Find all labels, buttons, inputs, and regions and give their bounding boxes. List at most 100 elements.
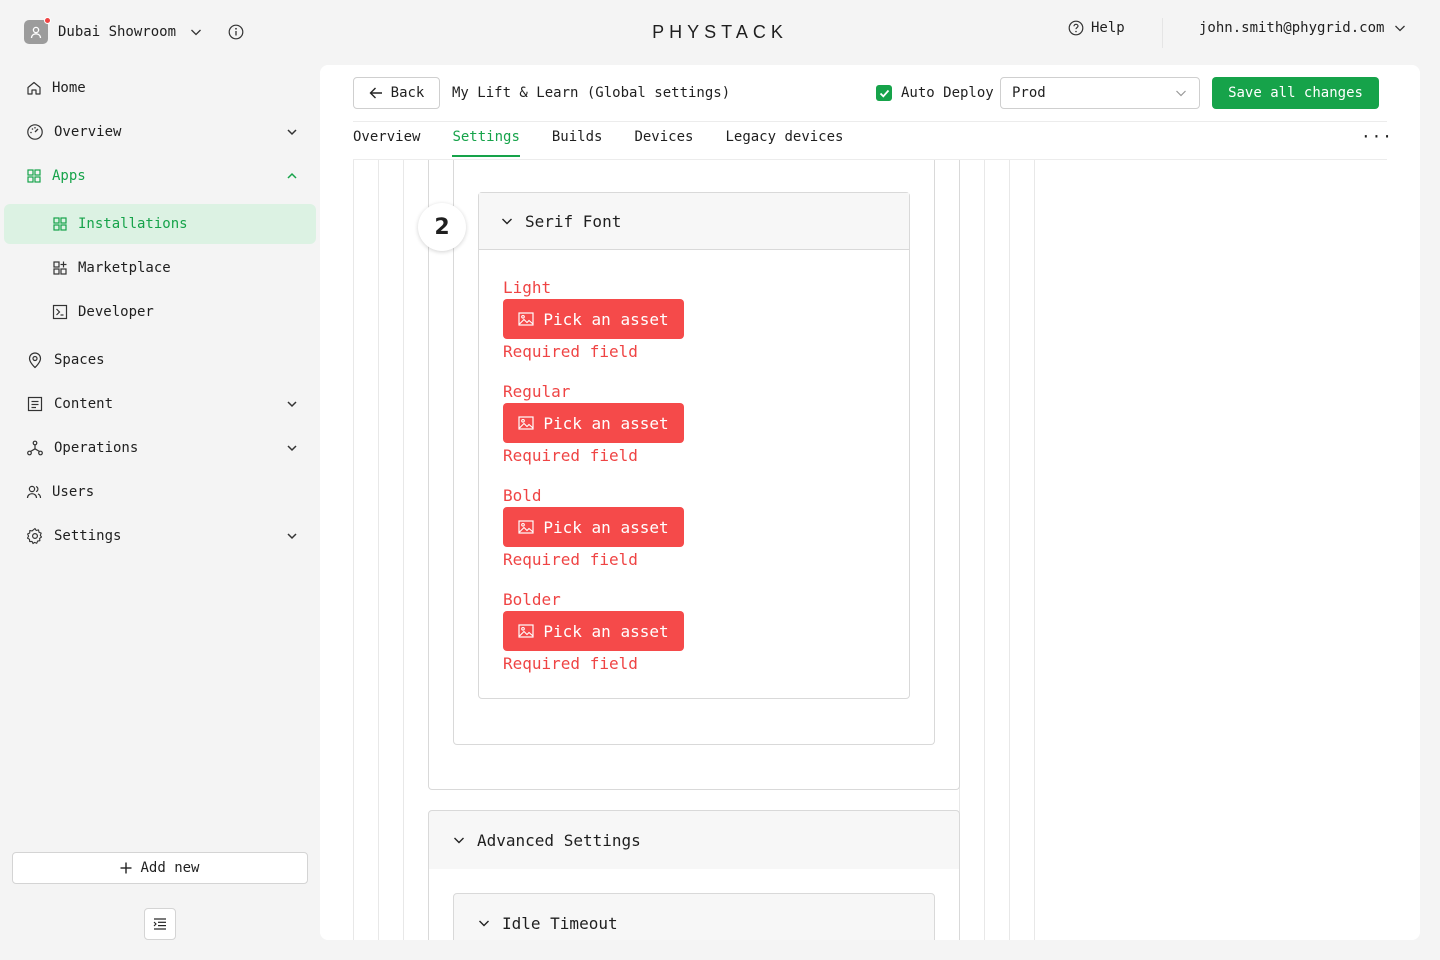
- environment-value: Prod: [1012, 85, 1046, 101]
- font-weight-label: Regular: [503, 382, 571, 401]
- phystack-logo: PHYSTACK: [652, 22, 788, 42]
- page-title: My Lift & Learn (Global settings): [452, 85, 731, 101]
- auto-deploy-label: Auto Deploy: [901, 85, 994, 101]
- pick-asset-label: Pick an asset: [543, 621, 669, 641]
- sidebar-item-label: Home: [52, 80, 86, 96]
- font-weight-label: Light: [503, 278, 552, 297]
- content-list-icon: [27, 396, 43, 412]
- idle-timeout-header[interactable]: Idle Timeout: [453, 893, 935, 940]
- sidebar-item-label: Users: [52, 484, 95, 500]
- sidebar-item-apps[interactable]: Apps: [26, 164, 86, 188]
- image-icon: [518, 312, 534, 326]
- sidebar-item-developer[interactable]: Developer: [52, 300, 154, 324]
- terminal-icon: [52, 304, 68, 320]
- user-email: john.smith@phygrid.com: [1199, 20, 1385, 36]
- topbar-divider: [1162, 18, 1163, 48]
- sidebar-item-operations[interactable]: Operations: [26, 436, 138, 460]
- required-field-error: Required field: [503, 550, 638, 569]
- sidebar-item-home[interactable]: Home: [26, 76, 86, 100]
- serif-font-header[interactable]: Serif Font: [479, 193, 909, 250]
- home-icon: [27, 81, 41, 95]
- tab-bar: Overview Settings Builds Devices Legacy …: [353, 129, 843, 157]
- image-icon: [518, 624, 534, 638]
- arrow-left-icon: [369, 87, 382, 99]
- sidebar-item-label: Developer: [78, 304, 154, 320]
- sidebar-item-installations[interactable]: Installations: [52, 212, 188, 236]
- image-icon: [518, 520, 534, 534]
- sidebar-item-users[interactable]: Users: [26, 480, 94, 504]
- chevron-down-icon: [1395, 25, 1406, 32]
- sidebar-item-label: Installations: [78, 216, 188, 232]
- serif-font-title: Serif Font: [525, 211, 622, 231]
- nest-guide-line: [378, 160, 379, 940]
- sidebar-item-label: Spaces: [54, 352, 105, 368]
- chevron-down-icon[interactable]: [286, 442, 298, 454]
- chevron-down-icon[interactable]: [286, 398, 298, 410]
- apps-grid-icon: [27, 169, 41, 183]
- back-label: Back: [390, 85, 425, 101]
- grid-plus-icon: [53, 261, 67, 275]
- pick-asset-button[interactable]: Pick an asset: [503, 403, 684, 443]
- sidebar-item-overview[interactable]: Overview: [26, 120, 121, 144]
- nest-guide-line: [984, 160, 985, 940]
- chevron-down-icon: [454, 837, 464, 844]
- pick-asset-label: Pick an asset: [543, 413, 669, 433]
- auto-deploy-toggle[interactable]: Auto Deploy: [876, 85, 994, 101]
- pick-asset-label: Pick an asset: [543, 517, 669, 537]
- tab-devices[interactable]: Devices: [634, 129, 693, 157]
- save-all-changes-button[interactable]: Save all changes: [1212, 77, 1379, 109]
- back-button[interactable]: Back: [353, 77, 440, 109]
- chevron-down-icon[interactable]: [286, 530, 298, 542]
- required-field-error: Required field: [503, 654, 638, 673]
- pick-asset-button[interactable]: Pick an asset: [503, 507, 684, 547]
- svg-text:PHYSTACK: PHYSTACK: [652, 22, 788, 42]
- add-new-button[interactable]: Add new: [12, 852, 308, 884]
- map-pin-icon: [28, 352, 42, 369]
- nest-guide-line: [353, 160, 354, 940]
- environment-select[interactable]: Prod: [1000, 77, 1200, 109]
- nest-guide-line: [1009, 160, 1010, 940]
- image-icon: [518, 416, 534, 430]
- help-label: Help: [1091, 20, 1125, 36]
- chevron-down-icon: [502, 218, 512, 225]
- nest-guide-line: [403, 160, 404, 940]
- sidebar-item-content[interactable]: Content: [26, 392, 113, 416]
- help-circle-icon: [1068, 20, 1084, 36]
- chevron-down-icon[interactable]: [286, 126, 298, 138]
- sidebar-item-label: Content: [54, 396, 114, 412]
- more-options-button[interactable]: ···: [1361, 127, 1393, 146]
- gauge-icon: [27, 124, 43, 140]
- idle-timeout-title: Idle Timeout: [502, 913, 618, 933]
- collapse-sidebar-button[interactable]: [144, 908, 176, 940]
- pick-asset-button[interactable]: Pick an asset: [503, 611, 684, 651]
- step-number-badge: 2: [418, 203, 466, 251]
- chevron-up-icon[interactable]: [286, 170, 298, 182]
- main-panel: Back My Lift & Learn (Global settings) A…: [320, 65, 1420, 940]
- required-field-error: Required field: [503, 446, 638, 465]
- tab-overview[interactable]: Overview: [353, 129, 420, 157]
- sidebar-item-label: Overview: [54, 124, 122, 140]
- auto-deploy-checkbox[interactable]: [876, 85, 892, 101]
- nest-guide-line: [1034, 160, 1035, 940]
- user-menu[interactable]: john.smith@phygrid.com: [1199, 20, 1406, 36]
- tab-legacy-devices[interactable]: Legacy devices: [725, 129, 843, 157]
- sidebar-item-label: Operations: [54, 440, 139, 456]
- help-link[interactable]: Help: [1068, 20, 1125, 36]
- sidebar-item-settings[interactable]: Settings: [26, 524, 121, 548]
- pick-asset-button[interactable]: Pick an asset: [503, 299, 684, 339]
- sidebar-item-spaces[interactable]: Spaces: [26, 348, 105, 372]
- gear-icon: [26, 527, 43, 545]
- sidebar-item-marketplace[interactable]: Marketplace: [52, 256, 171, 280]
- sidebar-item-label: Settings: [54, 528, 122, 544]
- required-field-error: Required field: [503, 342, 638, 361]
- grid-icon: [53, 217, 67, 231]
- header-divider: [353, 121, 1387, 122]
- check-icon: [879, 89, 889, 98]
- tab-settings[interactable]: Settings: [452, 129, 520, 157]
- chevron-down-icon: [479, 920, 489, 927]
- advanced-settings-header[interactable]: Advanced Settings: [428, 810, 960, 870]
- tab-builds[interactable]: Builds: [552, 129, 603, 157]
- collapse-menu-icon: [153, 918, 166, 930]
- font-weight-label: Bolder: [503, 590, 561, 609]
- font-weight-label: Bold: [503, 486, 542, 505]
